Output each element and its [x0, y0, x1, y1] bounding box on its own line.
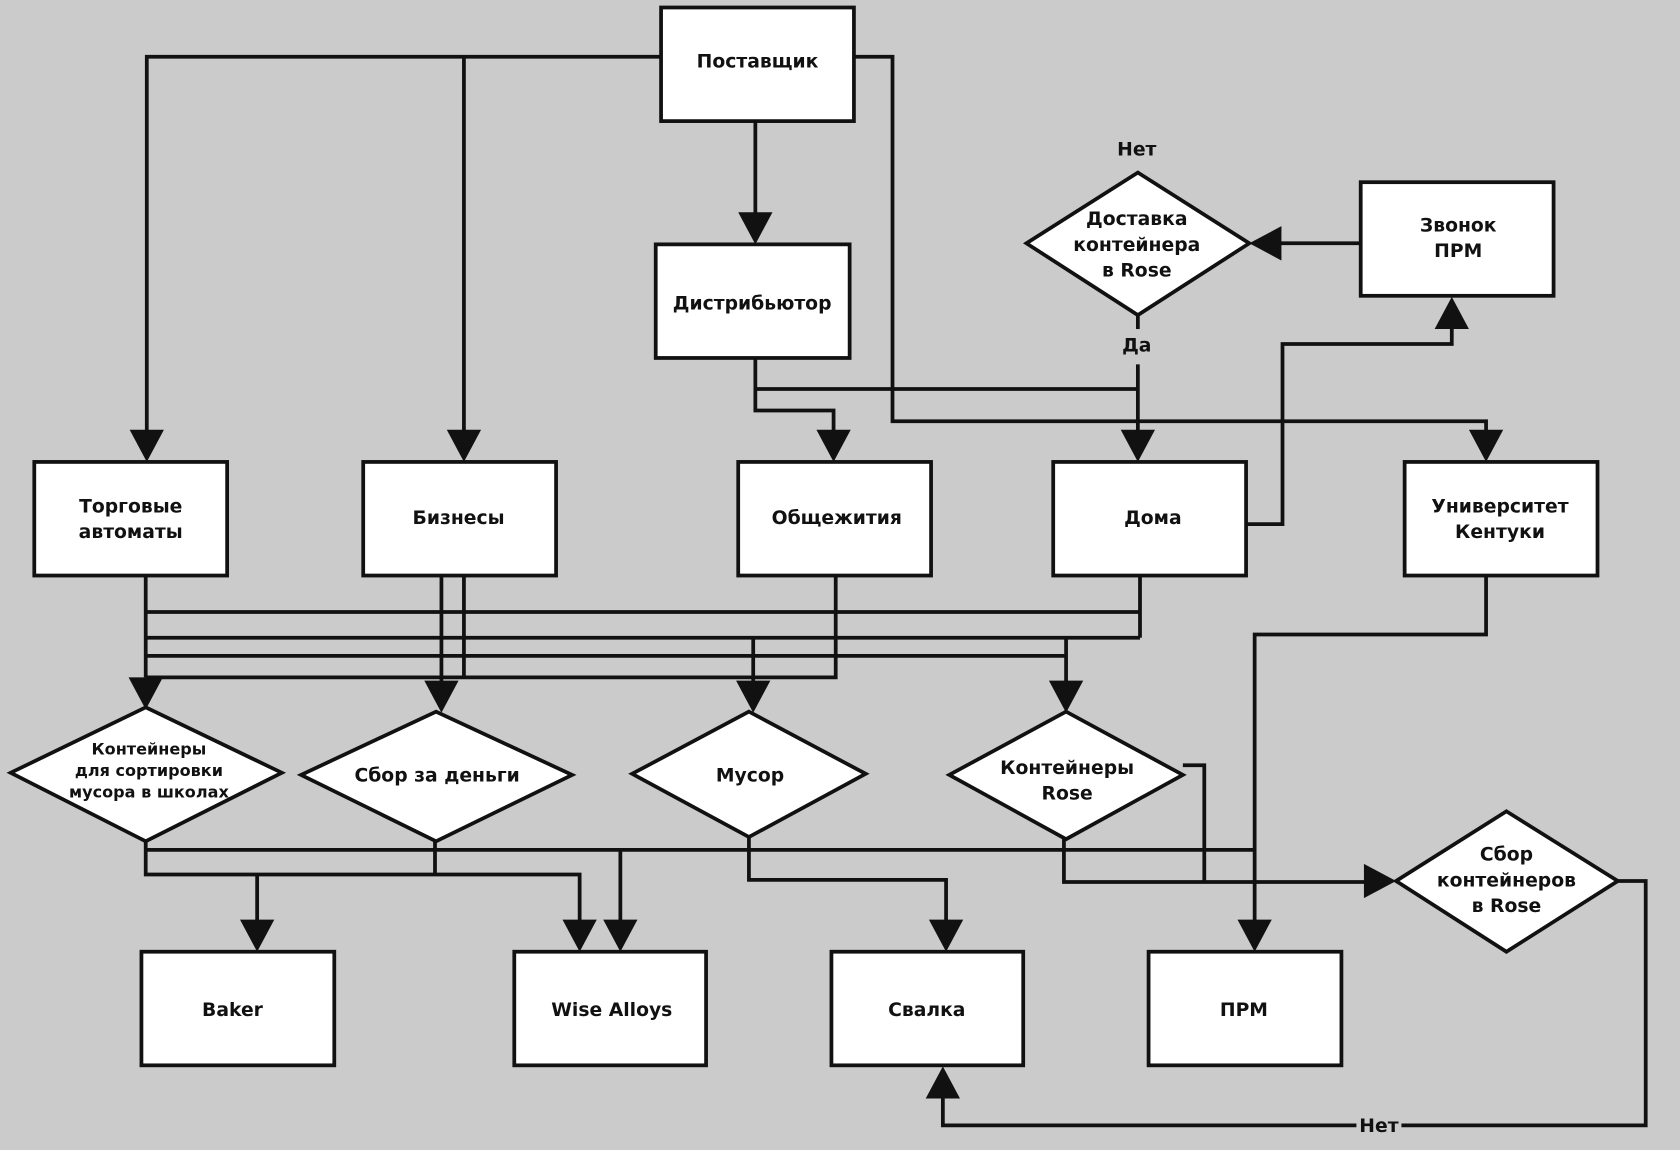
- arrow-down-icon: [1468, 429, 1504, 462]
- edge-distributor-dorms: [753, 357, 836, 431]
- node-supplier: Поставщик: [659, 5, 856, 123]
- node-label: Доставка: [1086, 209, 1187, 230]
- edge-rose-collection: [1062, 839, 1367, 884]
- edge-school-wise: [143, 841, 582, 922]
- arrow-down-icon: [424, 680, 459, 713]
- node-label: контейнеров: [1437, 870, 1576, 891]
- arrow-up-icon: [925, 1066, 960, 1099]
- bus-632: [145, 575, 838, 680]
- node-landfill: Свалка: [829, 949, 1026, 1068]
- node-rose-bins: Контейнеры Rose: [945, 709, 1187, 842]
- svg-text:Wise Alloys: Wise Alloys: [551, 1000, 672, 1021]
- node-label: Свалка: [888, 1000, 965, 1021]
- node-label: Звонок: [1420, 215, 1497, 236]
- edge-label-collection-no: Нет: [1359, 1116, 1398, 1137]
- node-label: Поставщик: [697, 52, 819, 73]
- node-label: Сбор: [1480, 845, 1533, 866]
- node-label: Wise Alloys: [551, 1000, 672, 1021]
- node-rose-collection: Сбор контейнеров в Rose: [1392, 809, 1622, 954]
- node-label: контейнера: [1073, 235, 1200, 256]
- arrow-left-icon: [1249, 226, 1282, 261]
- flowchart: Поставщик Дистрибьютор Доставка контейнер…: [6, 5, 1648, 1137]
- arrow-down-icon: [562, 919, 597, 952]
- edge-label-no: Нет: [1117, 139, 1156, 160]
- arrow-down-icon: [736, 680, 771, 713]
- node-trash: Мусор: [628, 709, 870, 840]
- arrow-down-icon: [816, 429, 851, 462]
- node-label: Дома: [1124, 508, 1182, 529]
- edge-label-yes: Да: [1122, 336, 1151, 357]
- node-homes: Дома: [1051, 460, 1248, 578]
- node-label: Мусор: [716, 765, 784, 786]
- node-label: Дистрибьютор: [673, 294, 832, 315]
- node-wise-alloys: Wise Alloys: [512, 949, 708, 1068]
- svg-text:Общежития: Общежития: [772, 508, 902, 529]
- arrow-down-icon: [240, 919, 275, 952]
- node-label: Торговые: [79, 496, 182, 517]
- node-label: в Rose: [1472, 896, 1542, 917]
- svg-text:ПРМ: ПРМ: [1220, 1000, 1268, 1021]
- node-label: для сортировки: [75, 761, 223, 780]
- svg-text:Дома: Дома: [1124, 508, 1182, 529]
- svg-text:Бизнесы: Бизнесы: [413, 508, 505, 529]
- node-label: автоматы: [79, 522, 183, 543]
- arrow-down-icon: [738, 212, 773, 245]
- arrow-down-icon: [1120, 429, 1155, 462]
- arrow-down-icon: [928, 919, 964, 952]
- node-label: Контейнеры: [92, 740, 207, 759]
- svg-text:Мусор: Мусор: [716, 765, 784, 786]
- node-label: Бизнесы: [413, 508, 505, 529]
- node-label: Контейнеры: [1000, 758, 1134, 779]
- svg-text:Baker: Baker: [202, 1000, 264, 1021]
- edge-collection-no-left: [940, 1097, 1357, 1128]
- node-prm: ПРМ: [1146, 949, 1344, 1068]
- svg-text:Поставщик: Поставщик: [697, 52, 819, 73]
- node-label: в Rose: [1102, 261, 1172, 282]
- node-baker: Baker: [139, 949, 337, 1068]
- node-label: Сбор за деньги: [354, 765, 519, 786]
- svg-text:Свалка: Свалка: [888, 1000, 965, 1021]
- node-label: Rose: [1042, 784, 1093, 805]
- arrow-down-icon: [129, 429, 164, 462]
- node-label: Baker: [202, 1000, 264, 1021]
- node-label: Общежития: [772, 508, 902, 529]
- node-label: ПРМ: [1220, 1000, 1268, 1021]
- svg-text:Контейнерыдля сортировкимусора: Контейнеры для сортировки мусора в школах: [69, 740, 229, 802]
- node-label: мусора в школах: [69, 782, 229, 801]
- node-vending: Торговые автоматы: [32, 460, 230, 578]
- node-dorms: Общежития: [736, 460, 933, 578]
- node-businesses: Бизнесы: [361, 460, 558, 578]
- node-university: Университет Кентуки: [1402, 460, 1600, 578]
- node-call-prm: Звонок ПРМ: [1358, 180, 1556, 298]
- arrow-down-icon: [1237, 919, 1272, 952]
- svg-text:Дистрибьютор: Дистрибьютор: [673, 294, 832, 315]
- node-label: Университет: [1431, 496, 1568, 517]
- arrow-up-icon: [1434, 296, 1469, 330]
- node-paid-pickup: Сбор за деньги: [296, 709, 577, 844]
- arrow-down-icon: [1048, 680, 1084, 713]
- arrow-down-icon: [446, 429, 482, 462]
- edge-supplier-vending: [144, 54, 662, 431]
- arrow-right-icon: [1363, 863, 1397, 899]
- arrow-down-icon: [603, 919, 638, 952]
- node-container-delivery: Доставка контейнера в Rose: [1022, 170, 1253, 318]
- node-label: Кентуки: [1455, 522, 1545, 543]
- node-label: ПРМ: [1434, 241, 1482, 262]
- svg-text:Сбор за деньги: Сбор за деньги: [354, 765, 519, 786]
- node-distributor: Дистрибьютор: [653, 242, 852, 360]
- edge-rose-right: [1182, 763, 1207, 883]
- node-school-bins: Контейнеры для сортировки мусора в школах: [6, 705, 287, 844]
- arrow-down-icon: [128, 677, 163, 710]
